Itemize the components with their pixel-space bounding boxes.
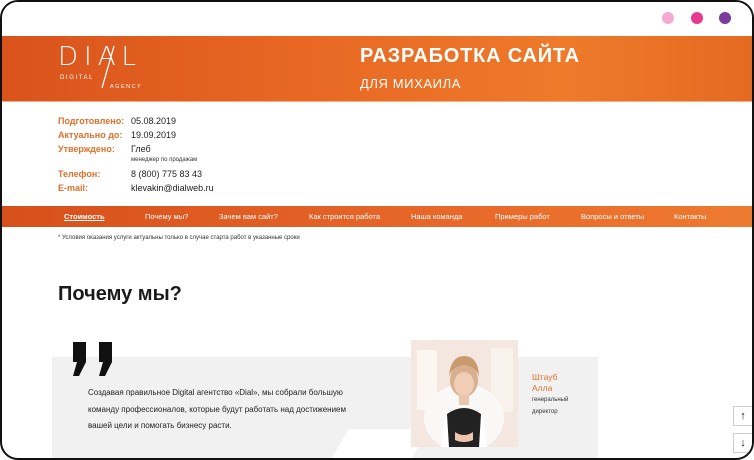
nav-item-team[interactable]: Наша команда — [411, 212, 462, 221]
page-subtitle: ДЛЯ МИХАИЛА — [360, 76, 461, 91]
logo-subtitle-left: DIGITAL — [60, 75, 95, 81]
dial-logo[interactable]: DIAL DIGITAL AGENCY — [58, 42, 148, 92]
approved-note: менеджер по продажам — [131, 157, 198, 163]
email-value[interactable]: klevakin@dialweb.ru — [131, 183, 214, 193]
author-surname: Штауб — [532, 372, 558, 382]
scroll-up-button[interactable]: ↑ — [733, 406, 752, 426]
info-row-approved: Утверждено: Глеб — [58, 143, 358, 157]
arrow-down-icon: ↓ — [740, 437, 746, 449]
quote-line: Создавая правильное Digital агентство «D… — [88, 388, 343, 397]
author-role-line: генеральный — [532, 397, 569, 403]
section-title: Почему мы? — [58, 283, 182, 305]
info-row-phone: Телефон: 8 (800) 775 83 43 — [58, 168, 358, 182]
phone-label: Телефон: — [58, 169, 101, 179]
quote-icon — [73, 342, 112, 376]
page-title: РАЗРАБОТКА САЙТА — [360, 45, 580, 67]
window-dot-light-pink[interactable] — [662, 12, 674, 24]
approved-value: Глеб — [131, 144, 151, 154]
quote-text: Создавая правильное Digital агентство «D… — [88, 385, 388, 435]
info-row-email: E-mail: klevakin@dialweb.ru — [58, 182, 358, 196]
nav-item-contacts[interactable]: Контакты — [674, 212, 706, 221]
arrow-up-icon: ↑ — [740, 410, 746, 422]
author-portrait-icon — [411, 340, 518, 447]
nav-item-why-us[interactable]: Почему мы? — [145, 212, 188, 221]
info-row-prepared: Подготовлено: 05.08.2019 — [58, 115, 358, 129]
logo-subtitle-right: AGENCY — [110, 84, 143, 90]
nav-item-faq[interactable]: Вопросы и ответы — [581, 212, 644, 221]
browser-window: DIAL DIGITAL AGENCY РАЗРАБОТКА САЙТА ДЛЯ… — [0, 0, 754, 460]
author-role: генеральный директор — [532, 394, 592, 418]
prepared-label: Подготовлено: — [58, 116, 125, 126]
window-titlebar — [2, 2, 752, 36]
actual-label: Актуально до: — [58, 130, 123, 140]
nav-item-price[interactable]: Стоимость — [64, 212, 105, 221]
author-role-line: директор — [532, 409, 558, 415]
author-photo — [411, 340, 518, 447]
email-label: E-mail: — [58, 183, 89, 193]
window-dot-purple[interactable] — [719, 12, 731, 24]
scroll-down-button[interactable]: ↓ — [733, 433, 752, 453]
author-name: Штауб Алла — [532, 372, 557, 394]
author-firstname: Алла — [532, 383, 553, 393]
proposal-info: Подготовлено: 05.08.2019 Актуально до: 1… — [58, 115, 358, 196]
approved-label: Утверждено: — [58, 144, 115, 154]
info-row-approved-note: менеджер по продажам — [58, 157, 358, 168]
actual-value: 19.09.2019 — [131, 130, 177, 140]
section-nav: Стоимость Почему мы? Зачем вам сайт? Как… — [2, 206, 752, 227]
quote-line: вашей цели и помогать бизнесу расти. — [88, 421, 232, 430]
nav-item-portfolio[interactable]: Примеры работ — [495, 212, 550, 221]
nav-item-workflow[interactable]: Как строится работа — [309, 212, 380, 221]
window-dot-pink[interactable] — [691, 12, 703, 24]
nav-item-why-site[interactable]: Зачем вам сайт? — [219, 212, 278, 221]
hero-banner: DIAL DIGITAL AGENCY РАЗРАБОТКА САЙТА ДЛЯ… — [2, 36, 752, 102]
quote-line: команду профессионалов, которые будут ра… — [88, 404, 346, 414]
prepared-value: 05.08.2019 — [131, 116, 177, 126]
info-row-actual: Актуально до: 19.09.2019 — [58, 129, 358, 143]
terms-footnote: * Условия оказания услуги актуальны толь… — [58, 235, 300, 241]
phone-value[interactable]: 8 (800) 775 83 43 — [131, 169, 202, 179]
